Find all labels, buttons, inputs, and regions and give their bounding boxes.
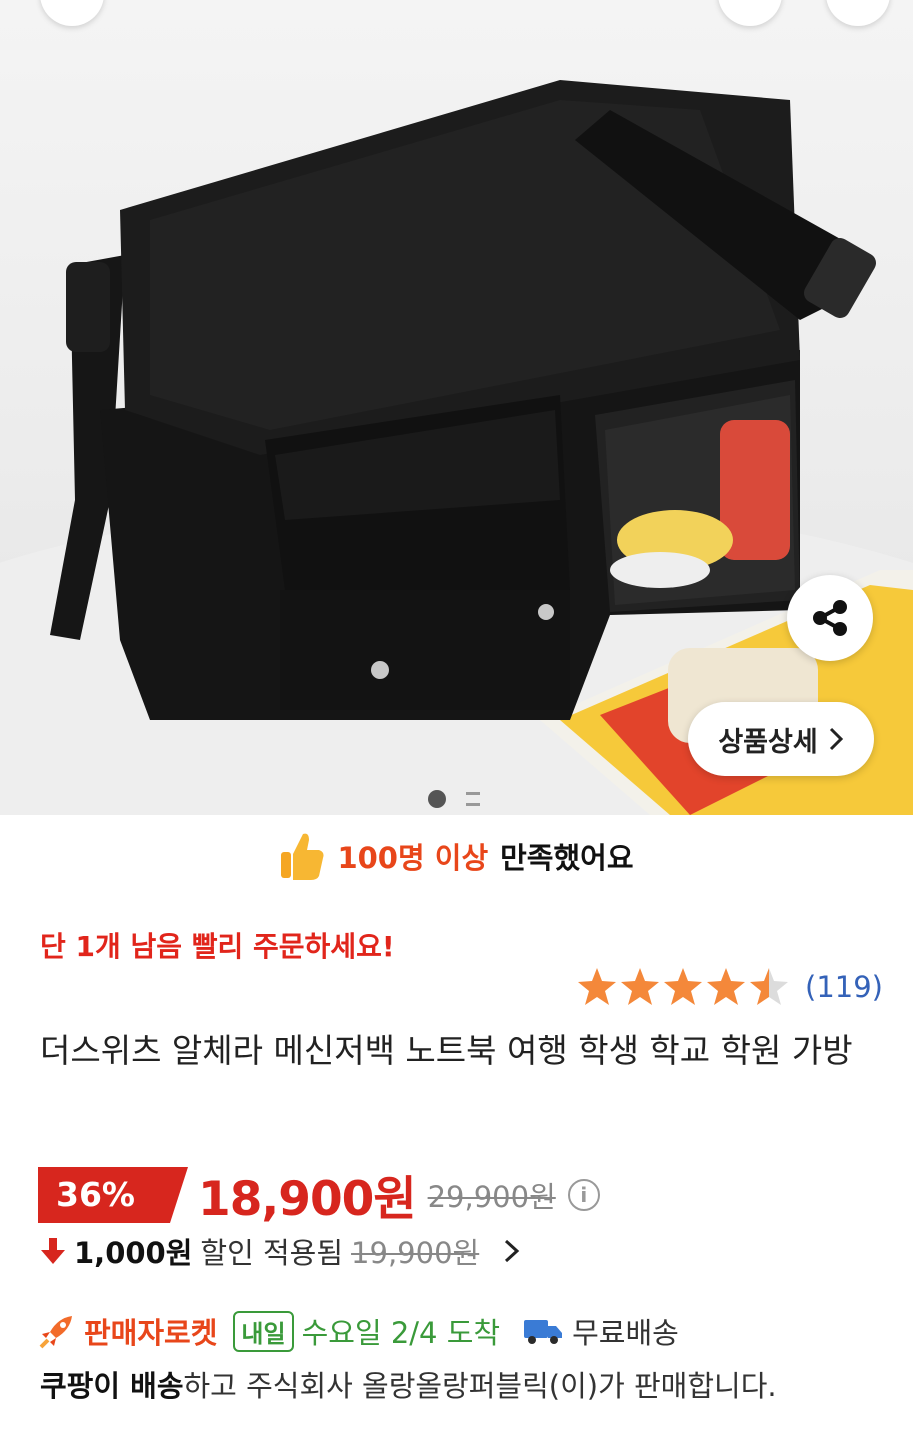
share-button[interactable] [787,575,873,661]
rocket-icon [39,1316,72,1349]
sale-price: 18,900원 [198,1172,417,1227]
coupon-amount: 1,000원 [74,1236,193,1270]
seller-text: 하고 주식회사 올랑올랑퍼블릭(이)가 판매합니다. [183,1369,777,1403]
seller-info: 쿠팡이 배송하고 주식회사 올랑올랑퍼블릭(이)가 판매합니다. [40,1363,777,1405]
product-title: 더스위츠 알체라 메신저백 노트북 여행 학생 학교 학원 가방 [40,1031,853,1070]
pagination-dot-inactive[interactable] [466,792,480,806]
coupon-label: 할인 적용됨 [200,1236,344,1270]
share-icon [813,600,847,636]
product-rating[interactable]: (119) [576,966,883,1008]
tomorrow-badge: 내일 [233,1310,294,1352]
free-shipping: 무료배송 [572,1316,679,1350]
satisfaction-highlight: 100명 이상 [337,841,489,875]
review-count[interactable]: (119) [805,970,883,1004]
chevron-right-icon [505,1239,520,1263]
coupon-final-price: 19,900원 [351,1236,480,1270]
discount-badge: 36% [38,1166,188,1223]
original-price: 29,900원 [427,1179,556,1214]
seller-shipping: 쿠팡이 배송 [40,1369,184,1403]
product-image-gallery[interactable]: 상품상세 [0,0,913,815]
pagination-dot-active[interactable] [428,790,446,808]
delivery-info: 판매자로켓 내일 수요일 2/4 도착 무료배송 [38,1310,679,1352]
coupon-discount-row[interactable]: 1,000원 할인 적용됨 19,900원 [40,1230,523,1272]
price-row: 36% 18,900원 29,900원 i [38,1160,600,1229]
product-detail-button[interactable]: 상품상세 [688,702,874,776]
info-icon[interactable]: i [567,1178,600,1211]
satisfaction-banner: 100명 이상 만족했어요 [0,826,913,886]
product-photo [0,80,913,815]
satisfaction-text: 만족했어요 [500,841,634,875]
arrival-date: 수요일 2/4 도착 [301,1316,501,1350]
star-rating-icon [578,968,789,1005]
arrow-down-icon [41,1238,65,1264]
thumbs-up-icon [281,833,324,880]
stock-warning: 단 1개 남음 빨리 주문하세요! [40,930,395,963]
image-pagination [428,790,480,808]
rocket-label: 판매자로켓 [84,1316,218,1350]
product-detail-label: 상품상세 [718,726,818,758]
truck-icon [524,1320,563,1344]
chevron-right-icon [829,727,843,751]
